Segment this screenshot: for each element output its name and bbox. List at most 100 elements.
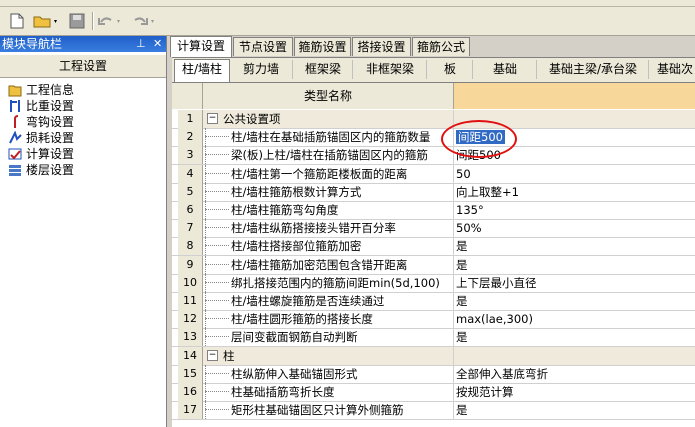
row-label: 柱/墙柱箍筋根数计算方式 [231,184,362,199]
redo-button[interactable] [130,10,160,32]
nav-item-loss[interactable]: 损耗设置 [0,130,166,146]
row-value-cell[interactable]: 50 [454,165,695,183]
table-row[interactable]: 5 柱/墙柱箍筋根数计算方式 向上取整+1 [172,182,695,202]
row-name: 柱基础插筋弯折长度 [203,383,454,401]
table-row[interactable]: 12 柱/墙柱圆形箍筋的搭接长度 max(lae,300) [172,310,695,330]
subtab-shear-wall[interactable]: 剪力墙 [230,60,293,79]
row-value-cell[interactable]: 是 [454,328,695,346]
row-label: 柱/墙柱螺旋箍筋是否连续通过 [231,294,385,308]
row-value-cell[interactable]: 是 [454,237,695,255]
row-label: 柱基础插筋弯折长度 [231,385,335,399]
undo-button[interactable] [96,10,126,32]
row-value: 上下层最小直径 [456,275,537,290]
row-value-cell[interactable]: 135° [454,201,695,219]
subtab-slab[interactable]: 板 [428,60,473,79]
tab-node-settings[interactable]: 节点设置 [233,37,293,56]
tab-stirrup-settings[interactable]: 箍筋设置 [294,37,351,56]
row-value: 是 [456,239,468,254]
tree-line [205,182,206,201]
table-row[interactable]: 17 矩形柱基础锚固区只计算外侧箍筋 是 [172,401,695,421]
tab-lap-settings[interactable]: 搭接设置 [352,37,411,56]
tree-line [205,190,229,192]
row-value-cell[interactable] [454,346,695,365]
subtab-foundation-secondary[interactable]: 基础次 [650,60,695,79]
subtab-column[interactable]: 柱/墙柱 [174,59,230,82]
row-value-cell[interactable]: 50% [454,219,695,237]
new-file-button[interactable] [6,10,28,32]
group-row[interactable]: 1− 公共设置项 [172,110,695,129]
table-row[interactable]: 4 柱/墙柱第一个箍筋距楼板面的距离 50 [172,164,695,184]
row-value-cell[interactable]: 是 [454,401,695,419]
pin-icon[interactable]: ⊥ [136,36,146,52]
tree-line [205,255,206,274]
header-row-number [178,83,203,109]
grid-header: 类型名称 [172,83,695,109]
subtab-foundation[interactable]: 基础 [474,60,537,79]
nav-item-project-info[interactable]: 工程信息 [0,82,166,98]
table-row[interactable]: 6 柱/墙柱箍筋弯勾角度 135° [172,201,695,220]
nav-item-calc-settings[interactable]: 计算设置 [0,146,166,162]
group-row[interactable]: 14− 柱 [172,346,695,366]
row-number: 2 [178,128,203,147]
row-number: 15 [178,364,203,383]
collapse-icon[interactable]: − [207,349,218,361]
row-value-cell[interactable]: 全部伸入基底弯折 [454,365,695,383]
table-row[interactable]: 11 柱/墙柱螺旋箍筋是否连续通过 是 [172,292,695,311]
close-icon[interactable]: ✕ [153,36,162,52]
collapse-icon[interactable]: − [207,113,218,124]
row-value: 135° [456,203,484,217]
row-label: 柱/墙柱搭接部位箍筋加密 [231,239,362,254]
table-row[interactable]: 8 柱/墙柱搭接部位箍筋加密 是 [172,237,695,257]
nav-item-floor[interactable]: 楼层设置 [0,162,166,178]
undo-icon [98,17,120,25]
row-value-cell[interactable]: 是 [454,292,695,310]
table-row[interactable]: 10 绑扎搭接范围内的箍筋间距min(5d,100) 上下层最小直径 [172,273,695,293]
tab-calc-settings[interactable]: 计算设置 [170,36,232,57]
tab-stirrup-formula[interactable]: 箍筋公式 [412,37,470,56]
row-number: 6 [178,201,203,219]
subtab-foundation-main-beam[interactable]: 基础主梁/承台梁 [538,60,649,79]
row-name: 柱/墙柱箍筋加密范围包含错开距离 [203,255,454,274]
subtab-frame-beam[interactable]: 框架梁 [294,60,353,79]
tree-line [205,164,206,183]
tree-line [205,364,206,383]
row-number: 17 [178,401,203,420]
row-name: 柱纵筋伸入基础锚固形式 [203,364,454,383]
nav-group-header[interactable]: 工程设置 [0,54,166,78]
open-folder-icon [33,16,57,28]
table-row[interactable]: 15 柱纵筋伸入基础锚固形式 全部伸入基底弯折 [172,364,695,384]
row-name: 梁(板)上柱/墙柱在插筋锚固区内的箍筋 [203,146,454,165]
header-type-name: 类型名称 [203,83,454,109]
row-number: 4 [178,164,203,183]
folder-info-icon [8,85,22,97]
nav-item-weight[interactable]: 比重设置 [0,98,166,114]
row-number: 3 [178,146,203,165]
row-name: 柱/墙柱圆形箍筋的搭接长度 [203,310,454,329]
row-value-cell[interactable]: max(lae,300) [454,310,695,328]
table-row[interactable]: 3 梁(板)上柱/墙柱在插筋锚固区内的箍筋 间距500 [172,146,695,166]
table-row[interactable]: 7 柱/墙柱纵筋搭接接头错开百分率 50% [172,219,695,239]
nav-title: 模块导航栏 [2,37,63,51]
new-file-icon [10,13,24,29]
open-file-button[interactable] [31,10,61,32]
table-row[interactable]: 13 层间变截面钢筋自动判断 是 [172,328,695,348]
subtab-nonframe-beam[interactable]: 非框架梁 [354,60,427,79]
row-value-cell[interactable]: 是 [454,256,695,274]
tree-line [205,281,229,283]
tree-line [205,201,206,219]
tree-line [205,383,206,401]
row-number: 9 [178,255,203,274]
row-value-cell[interactable]: 向上取整+1 [454,183,695,201]
save-button[interactable] [66,10,88,32]
row-name: 绑扎搭接范围内的箍筋间距min(5d,100) [203,273,454,292]
row-name: 柱/墙柱在基础插筋锚固区内的箍筋数量 [203,128,454,147]
table-row[interactable]: 16 柱基础插筋弯折长度 按规范计算 [172,383,695,402]
row-label: 矩形柱基础锚固区只计算外侧箍筋 [231,403,404,418]
table-row[interactable]: 2 柱/墙柱在基础插筋锚固区内的箍筋数量 间距500 [172,128,695,148]
row-value-cell[interactable]: 上下层最小直径 [454,274,695,292]
nav-item-hook[interactable]: 弯钩设置 [0,114,166,130]
row-value: 全部伸入基底弯折 [456,366,548,381]
tree-line [205,273,206,292]
table-row[interactable]: 9 柱/墙柱箍筋加密范围包含错开距离 是 [172,255,695,275]
row-value-cell[interactable]: 按规范计算 [454,383,695,401]
